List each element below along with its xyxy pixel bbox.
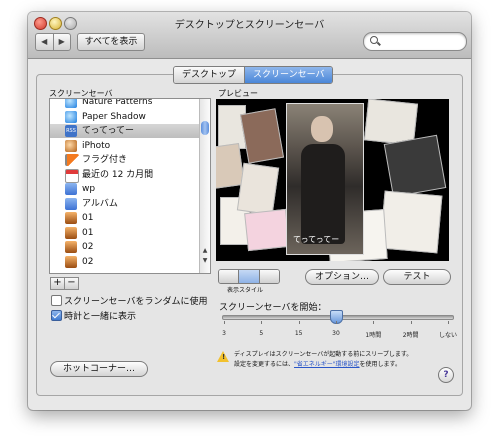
scroll-up-icon[interactable]: ▲	[200, 246, 210, 255]
portrait-body	[301, 144, 345, 244]
list-item[interactable]: 01	[50, 211, 199, 225]
show-all-button[interactable]: すべてを表示	[77, 33, 145, 51]
preferences-window: デスクトップとスクリーンセーバ ◀ ▶ すべてを表示 デスクトップ スクリーンセ…	[28, 12, 471, 410]
preview-photo	[383, 134, 447, 198]
forward-button[interactable]: ▶	[54, 34, 71, 50]
tab-desktop[interactable]: デスクトップ	[174, 67, 245, 83]
energy-saver-link[interactable]: "省エネルギー"環境設定	[294, 361, 360, 368]
help-button[interactable]: ?	[438, 367, 454, 383]
random-checkbox[interactable]	[51, 295, 62, 306]
test-button[interactable]: テスト	[383, 269, 451, 285]
preview-photo	[379, 190, 443, 254]
random-label: スクリーンセーバをランダムに使用	[64, 297, 208, 307]
preview-main-photo: てってってー	[286, 103, 364, 255]
portrait-face	[311, 116, 333, 142]
list-item[interactable]: 02	[50, 255, 199, 269]
warning-icon: !	[217, 351, 229, 362]
iphoto-icon	[65, 140, 77, 152]
preview-area: てってってー	[216, 99, 449, 261]
event-icon	[65, 241, 77, 253]
warning-prefix: 設定を変更するには、	[234, 361, 295, 368]
slider-tick-label: 30	[332, 330, 340, 337]
slider-tick-label: 1時間	[365, 332, 382, 339]
flag-icon	[65, 154, 79, 166]
swirl-icon	[65, 111, 77, 123]
slider-tick	[410, 321, 412, 324]
rss-icon: RSS	[65, 125, 77, 137]
options-button[interactable]: オプション…	[305, 269, 379, 285]
list-item[interactable]: Paper Shadow	[50, 110, 199, 124]
start-after-label: スクリーンセーバを開始：	[219, 303, 327, 313]
event-icon	[65, 212, 77, 224]
slider-tick-label: 3	[222, 330, 226, 337]
tab-screensaver[interactable]: スクリーンセーバ	[244, 67, 333, 83]
slider-tick-label: しない	[438, 332, 458, 339]
preview-photo	[244, 208, 290, 252]
warning-suffix: を使用します。	[359, 361, 401, 368]
hot-corners-button[interactable]: ホットコーナー…	[50, 361, 148, 377]
slider-tick	[336, 321, 337, 324]
list-item[interactable]: 01	[50, 226, 199, 240]
remove-button[interactable]: −	[64, 277, 79, 290]
title-bar: デスクトップとスクリーンセーバ ◀ ▶ すべてを表示	[28, 12, 471, 59]
list-item[interactable]: 最近の 12 カ月間	[50, 168, 199, 183]
list-item[interactable]: アルバム	[50, 197, 199, 211]
search-icon	[370, 36, 378, 44]
album-icon	[65, 198, 77, 210]
preview-caption: てってってー	[293, 235, 340, 244]
slider-tick-label: 2時間	[402, 332, 419, 339]
tab-bar: デスクトップ スクリーンセーバ	[173, 66, 334, 84]
display-style-slideshow-button[interactable]	[219, 270, 239, 283]
list-item[interactable]: フラグ付き	[50, 153, 199, 167]
slider-tick	[298, 321, 300, 324]
list-item[interactable]: iPhoto	[50, 139, 199, 153]
slider-tick	[448, 321, 449, 324]
slider-tick	[261, 321, 263, 324]
event-icon	[65, 256, 77, 268]
album-icon	[65, 183, 77, 195]
list-scrollbar[interactable]: ▲ ▼	[199, 99, 210, 273]
slider-tick	[224, 321, 225, 324]
calendar-icon	[65, 169, 79, 183]
list-item-selected[interactable]: RSS てってってー	[50, 124, 199, 138]
event-icon	[65, 227, 77, 239]
list-item[interactable]: 02	[50, 240, 199, 254]
add-button[interactable]: +	[50, 277, 65, 290]
slider-tick-label: 5	[259, 330, 264, 337]
preview-photo	[236, 162, 280, 216]
list-item[interactable]: Nature Patterns	[50, 99, 199, 109]
back-button[interactable]: ◀	[36, 34, 54, 50]
list-item[interactable]: wp	[50, 182, 199, 196]
clock-checkbox[interactable]	[51, 310, 62, 321]
preview-heading: プレビュー	[218, 89, 258, 98]
clock-label: 時計と一緒に表示	[64, 312, 137, 322]
slider-tick	[373, 321, 375, 324]
warning-line-2: 設定を変更するには、"省エネルギー"環境設定を使用します。	[234, 359, 401, 368]
swirl-icon	[65, 99, 77, 108]
scroll-down-icon[interactable]: ▼	[200, 256, 210, 265]
display-style-segment	[218, 269, 280, 284]
scroll-thumb[interactable]	[201, 121, 209, 135]
window-title: デスクトップとスクリーンセーバ	[174, 20, 325, 31]
search-field[interactable]	[363, 32, 467, 51]
display-style-label: 表示スタイル	[227, 287, 264, 294]
display-style-mosaic-button[interactable]	[258, 270, 279, 283]
preview-photo	[239, 108, 285, 164]
screensaver-list[interactable]: Nature Patterns Paper Shadow RSS てってってー …	[49, 98, 211, 274]
warning-line-1: ディスプレイはスクリーンセーバが起動する前にスリープします。	[234, 351, 413, 358]
display-style-collage-button[interactable]	[238, 270, 259, 283]
slider-tick-label: 15	[294, 330, 303, 337]
navigation-segment: ◀ ▶	[35, 33, 71, 51]
